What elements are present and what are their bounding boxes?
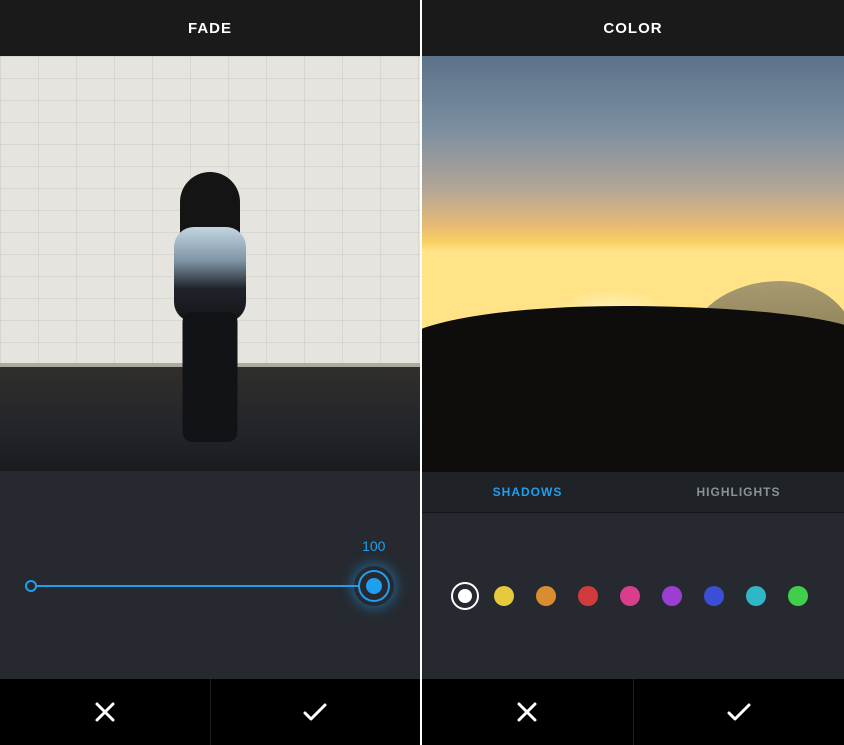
close-icon xyxy=(516,701,538,723)
footer-actions-fade xyxy=(0,679,420,745)
fade-panel: FADE 100 xyxy=(0,0,420,745)
cancel-button[interactable] xyxy=(0,679,210,745)
color-swatch-pink[interactable] xyxy=(620,586,640,606)
panel-title-fade: FADE xyxy=(0,0,420,56)
photo-hill xyxy=(422,306,844,472)
color-swatch-none[interactable] xyxy=(458,589,472,603)
fade-slider[interactable]: 100 xyxy=(32,566,388,606)
check-icon xyxy=(302,701,328,723)
confirm-button[interactable] xyxy=(633,679,844,745)
color-swatch-blue[interactable] xyxy=(704,586,724,606)
tab-shadows-label: SHADOWS xyxy=(493,485,563,499)
panel-title-color: COLOR xyxy=(422,0,844,56)
color-panel: COLOR SHADOWS HIGHLIGHTS xyxy=(422,0,844,745)
slider-origin-dot xyxy=(25,580,37,592)
check-icon xyxy=(726,701,752,723)
close-icon xyxy=(94,701,116,723)
color-swatch-orange[interactable] xyxy=(536,586,556,606)
fade-title-label: FADE xyxy=(188,20,232,37)
color-title-label: COLOR xyxy=(603,20,662,37)
slider-handle[interactable] xyxy=(360,572,388,600)
color-swatch-green[interactable] xyxy=(788,586,808,606)
footer-actions-color xyxy=(422,679,844,745)
color-swatch-purple[interactable] xyxy=(662,586,682,606)
tab-highlights[interactable]: HIGHLIGHTS xyxy=(633,472,844,512)
photo-preview-fade[interactable] xyxy=(0,56,420,471)
tab-shadows[interactable]: SHADOWS xyxy=(422,472,633,512)
color-swatch-teal[interactable] xyxy=(746,586,766,606)
color-tabs: SHADOWS HIGHLIGHTS xyxy=(422,472,844,513)
confirm-button[interactable] xyxy=(210,679,421,745)
color-swatch-red[interactable] xyxy=(578,586,598,606)
color-swatch-row xyxy=(422,513,844,679)
slider-track xyxy=(32,585,388,587)
tab-highlights-label: HIGHLIGHTS xyxy=(697,485,781,499)
fade-controls: 100 xyxy=(0,471,420,679)
photo-preview-color[interactable] xyxy=(422,56,844,472)
slider-value-label: 100 xyxy=(362,538,385,554)
cancel-button[interactable] xyxy=(422,679,633,745)
color-swatch-yellow[interactable] xyxy=(494,586,514,606)
photo-subject-person xyxy=(165,172,255,452)
app-root: FADE 100 xyxy=(0,0,844,745)
